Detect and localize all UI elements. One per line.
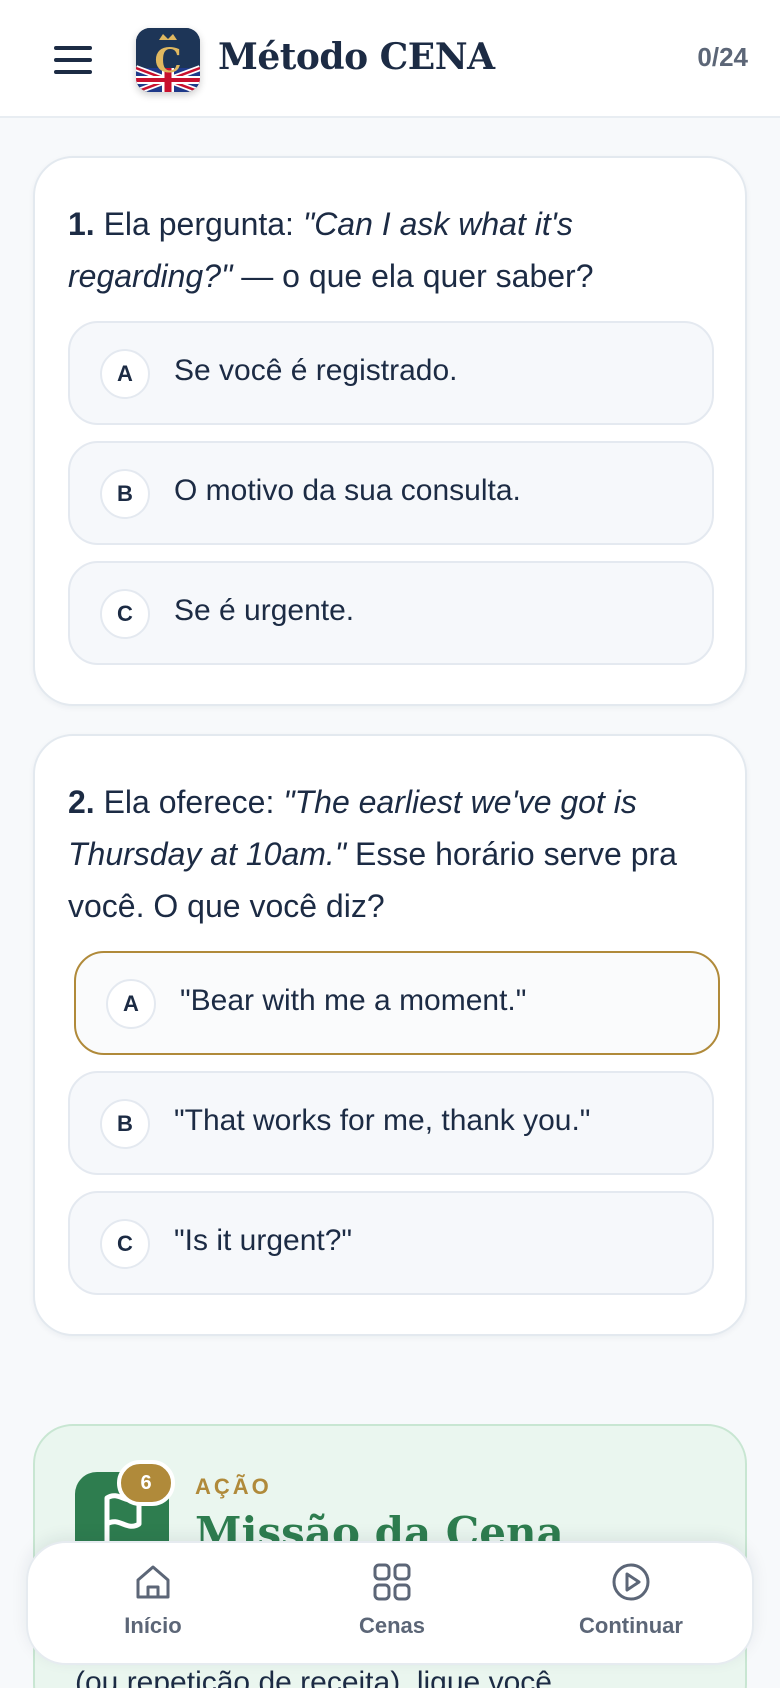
mission-body-text: (ou repetição de receita), ligue você xyxy=(75,1666,552,1688)
answer-option-a[interactable]: A Se você é registrado. xyxy=(68,321,714,425)
question-number: 1. xyxy=(68,206,95,242)
question-prompt-after: — o que ela quer saber? xyxy=(241,258,594,294)
nav-label: Cenas xyxy=(358,1613,426,1638)
nav-item-inicio[interactable]: Início xyxy=(73,1561,233,1651)
question-text: 2. Ela oferece: "The earliest we've got … xyxy=(68,776,708,932)
top-app-bar: C Método CENA 0/24 xyxy=(0,0,780,118)
answer-option-c[interactable]: C Se é urgente. xyxy=(68,561,714,665)
option-letter-badge: C xyxy=(100,1219,150,1269)
question-card-2: 2. Ela oferece: "The earliest we've got … xyxy=(33,734,747,1336)
option-label: Se é urgente. xyxy=(174,594,355,627)
option-label: Se você é registrado. xyxy=(174,354,458,387)
option-letter-badge: A xyxy=(100,349,150,399)
option-letter-badge: C xyxy=(100,589,150,639)
answer-option-a[interactable]: A "Bear with me a moment." xyxy=(74,951,720,1055)
svg-text:C: C xyxy=(154,41,181,81)
question-prompt-before: Ela oferece: xyxy=(103,784,275,820)
nav-label: Continuar xyxy=(579,1613,683,1638)
app-logo-icon: C xyxy=(136,28,200,92)
grid-icon xyxy=(373,1563,411,1601)
answer-option-b[interactable]: B "That works for me, thank you." xyxy=(68,1071,714,1175)
app-title: Método CENA xyxy=(218,36,495,78)
hamburger-menu-icon[interactable] xyxy=(54,46,92,74)
nav-item-continuar[interactable]: Continuar xyxy=(551,1561,711,1651)
answer-option-b[interactable]: B O motivo da sua consulta. xyxy=(68,441,714,545)
option-letter-badge: B xyxy=(100,469,150,519)
option-letter-badge: A xyxy=(106,979,156,1029)
nav-label: Início xyxy=(124,1613,182,1638)
nav-item-cenas[interactable]: Cenas xyxy=(312,1561,472,1651)
home-icon xyxy=(136,1565,170,1599)
play-circle-icon xyxy=(612,1563,650,1601)
question-number: 2. xyxy=(68,784,95,820)
answer-option-c[interactable]: C "Is it urgent?" xyxy=(68,1191,714,1295)
bottom-navigation: Início Cenas Continuar xyxy=(26,1541,754,1665)
option-label: "Bear with me a moment." xyxy=(180,984,527,1017)
mission-count-badge: 6 xyxy=(117,1460,175,1506)
question-text: 1. Ela pergunta: "Can I ask what it's re… xyxy=(68,198,708,302)
option-letter-badge: B xyxy=(100,1099,150,1149)
question-card-1: 1. Ela pergunta: "Can I ask what it's re… xyxy=(33,156,747,706)
question-prompt-before: Ela pergunta: xyxy=(103,206,294,242)
mission-kicker: AÇÃO xyxy=(195,1474,272,1499)
option-label: O motivo da sua consulta. xyxy=(174,474,521,507)
option-label: "Is it urgent?" xyxy=(174,1224,353,1257)
progress-counter: 0/24 xyxy=(697,42,748,72)
option-label: "That works for me, thank you." xyxy=(174,1104,591,1137)
